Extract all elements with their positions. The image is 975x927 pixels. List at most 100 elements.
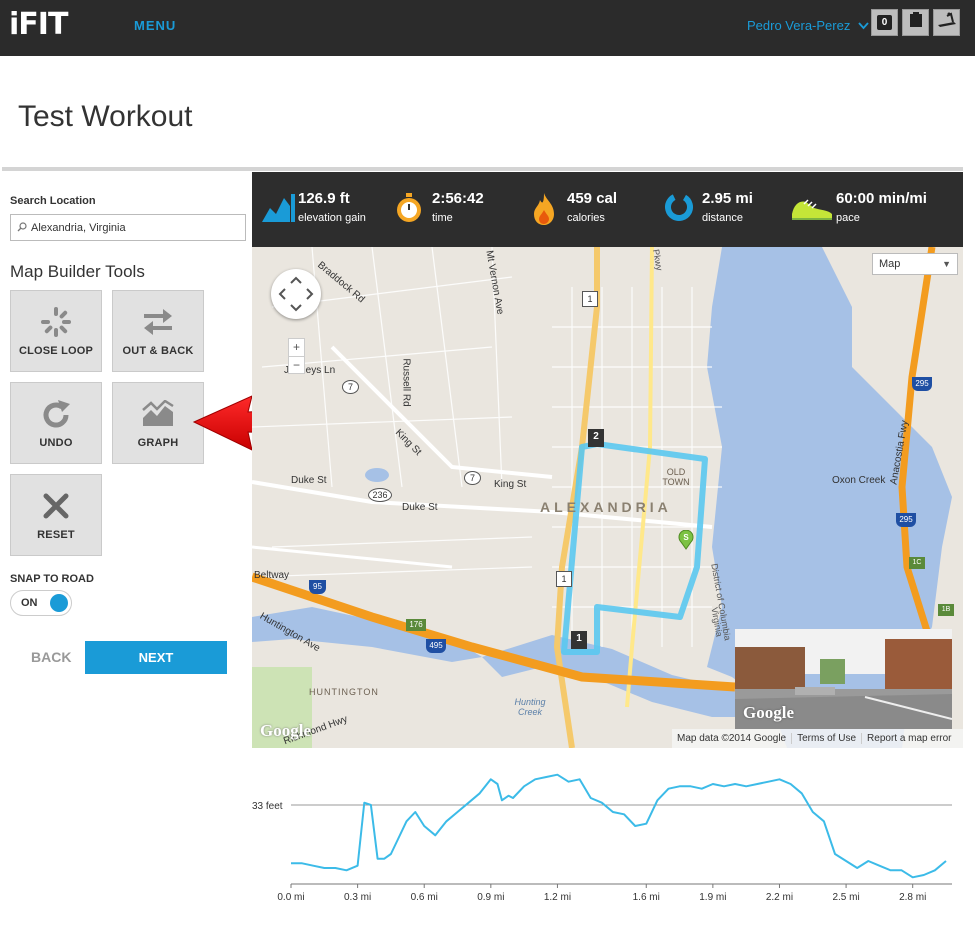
label-huntington: HUNTINGTON [309, 687, 379, 697]
zoom-out-icon[interactable]: − [289, 356, 304, 374]
clipboard-button[interactable] [902, 9, 929, 36]
x-tick-label: 0.6 mi [411, 892, 438, 903]
street-view-preview[interactable]: Google [735, 629, 952, 729]
out-back-icon [141, 305, 175, 339]
i95-shield: 95 [309, 580, 326, 594]
report-map-error-link[interactable]: Report a map error [862, 733, 956, 744]
label-hunting-creek: Hunting Creek [514, 697, 546, 717]
elevation-chart-svg: 33 feet 0.0 mi 0.3 mi 0.6 mi 0.9 mi 1.2 mi 1.6… [252, 773, 952, 903]
user-menu[interactable]: Pedro Vera-Perez [747, 18, 869, 33]
start-marker[interactable]: S [678, 529, 694, 550]
stat-time-label: time [432, 212, 453, 224]
ifit-logo[interactable]: iFIT [9, 10, 68, 40]
close-loop-label: CLOSE LOOP [18, 345, 94, 357]
start-marker-label: S [683, 533, 689, 542]
graph-icon [141, 397, 175, 431]
label-duke-st-1: Duke St [291, 475, 327, 486]
stat-time-value: 2:56:42 [432, 190, 484, 207]
i295-shield-2: 295 [896, 513, 916, 527]
stat-pace-label: pace [836, 212, 860, 224]
elevation-chart[interactable]: 33 feet 0.0 mi 0.3 mi 0.6 mi 0.9 mi 1.2 mi 1.6… [0, 760, 975, 922]
chevron-down-icon [858, 18, 869, 33]
route-7-shield-2: 7 [464, 471, 481, 485]
x-tick-label: 2.2 mi [766, 892, 793, 903]
pan-control[interactable] [271, 269, 321, 319]
stat-elevation-value: 126.9 ft [298, 190, 350, 207]
x-tick-label: 1.6 mi [633, 892, 660, 903]
zoom-in-icon[interactable]: + [289, 339, 304, 356]
snap-to-road-toggle[interactable]: ON [10, 590, 72, 616]
undo-label: UNDO [39, 437, 73, 449]
waypoint-2-marker[interactable]: 2 [588, 429, 604, 447]
exit-1c-shield: 1C [909, 557, 925, 569]
reset-button[interactable]: RESET [10, 474, 102, 556]
parkway-road [625, 247, 654, 708]
stat-calories-label: calories [567, 212, 605, 224]
stat-calories-value: 459 cal [567, 190, 618, 207]
close-loop-icon [40, 305, 72, 339]
stat-elevation-label: elevation gain [298, 212, 366, 224]
equipment-button[interactable] [933, 9, 960, 36]
user-name-label: Pedro Vera-Perez [747, 18, 851, 33]
cross-road [252, 545, 453, 569]
search-location-label: Search Location [10, 195, 96, 207]
exit-1b-shield: 1B [938, 604, 954, 616]
x-tick-label: 0.3 mi [344, 892, 371, 903]
reset-label: RESET [37, 529, 75, 541]
elevation-series-line [291, 773, 947, 879]
menu-link[interactable]: MENU [134, 18, 176, 33]
shoe-icon [790, 192, 834, 227]
stat-distance-value: 2.95 mi [702, 190, 753, 207]
graph-label: GRAPH [137, 437, 179, 449]
reset-icon [42, 489, 70, 523]
caret-down-icon: ▼ [942, 259, 951, 269]
map-type-select[interactable]: Map ▼ [872, 253, 958, 275]
map-builder-tools-heading: Map Builder Tools [10, 262, 145, 281]
king-st-road [330, 345, 553, 479]
next-button[interactable]: NEXT [85, 641, 227, 674]
x-tick-label: 2.8 mi [899, 892, 926, 903]
zoom-control[interactable]: + − [288, 338, 305, 374]
route-1-shield-2: 1 [556, 571, 572, 587]
page-title: Test Workout [18, 100, 193, 133]
search-location-input[interactable] [31, 221, 231, 234]
search-icon [17, 219, 27, 237]
top-nav-bar: iFIT MENU Pedro Vera-Perez 0 [0, 0, 975, 56]
cart-count-button[interactable]: 0 [871, 9, 898, 36]
x-tick-label: 0.9 mi [477, 892, 504, 903]
waypoint-1-marker[interactable]: 1 [571, 631, 587, 649]
workout-stats-bar: 126.9 ft elevation gain 2:56:42 time 459… [252, 172, 963, 247]
title-divider [2, 167, 963, 171]
streetview-google-logo: Google [743, 703, 794, 722]
stat-distance-label: distance [702, 212, 743, 224]
label-alexandria: ALEXANDRIA [540, 499, 672, 515]
toggle-state-label: ON [21, 597, 38, 609]
search-location-field[interactable] [10, 214, 246, 241]
label-russell-rd: Russell Rd [400, 358, 412, 407]
route-176-shield: 176 [406, 619, 426, 631]
elevation-icon [262, 192, 296, 229]
label-old-town: OLD TOWN [662, 467, 690, 487]
close-loop-button[interactable]: CLOSE LOOP [10, 290, 102, 372]
undo-icon [40, 397, 72, 431]
route-map[interactable]: ALEXANDRIA OLD TOWN HUNTINGTON Duke St D… [252, 247, 963, 748]
y-reference-label: 33 feet [252, 801, 283, 812]
toggle-knob [50, 594, 68, 612]
cart-count-badge: 0 [877, 15, 892, 30]
map-type-value: Map [879, 258, 901, 270]
undo-button[interactable]: UNDO [10, 382, 102, 464]
out-back-label: OUT & BACK [122, 345, 194, 357]
out-and-back-button[interactable]: OUT & BACK [112, 290, 204, 372]
route-7-shield: 7 [342, 380, 359, 394]
clipboard-icon [909, 12, 923, 33]
stat-pace-value: 60:00 min/mi [836, 190, 927, 207]
terms-of-use-link[interactable]: Terms of Use [792, 733, 863, 744]
label-beltway: Beltway [254, 570, 290, 581]
pan-arrows-icon [278, 276, 314, 312]
route-1-shield: 1 [582, 291, 598, 307]
i495-shield: 495 [426, 639, 446, 653]
treadmill-icon [937, 12, 957, 33]
snap-to-road-label: SNAP TO ROAD [10, 573, 94, 585]
label-oxon-creek: Oxon Creek [832, 475, 886, 486]
back-button[interactable]: BACK [31, 649, 71, 665]
